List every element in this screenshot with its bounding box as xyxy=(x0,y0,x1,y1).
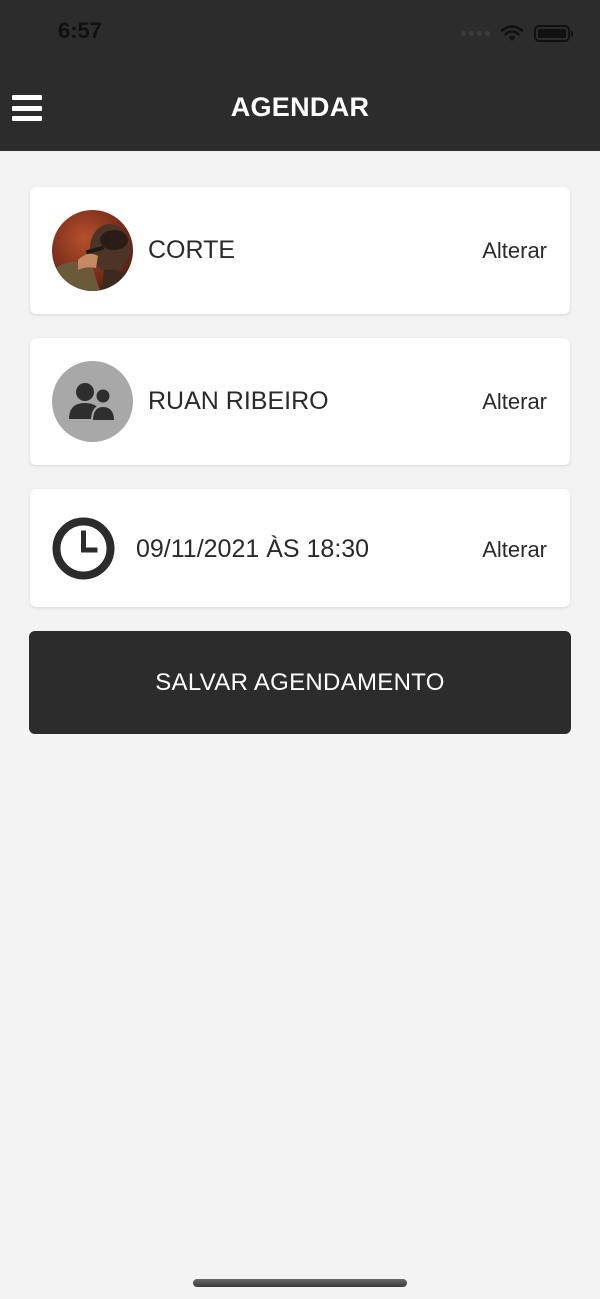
nav-bar: AGENDAR xyxy=(0,70,600,151)
save-booking-button[interactable]: SALVAR AGENDAMENTO xyxy=(29,631,571,734)
users-icon xyxy=(52,361,133,442)
haircut-photo xyxy=(52,210,133,291)
signal-dots-icon xyxy=(461,30,490,36)
datetime-card: 09/11/2021 ÀS 18:30 Alterar xyxy=(30,489,570,607)
clock-icon xyxy=(52,517,115,580)
status-icons xyxy=(461,22,573,44)
change-service-link[interactable]: Alterar xyxy=(482,238,547,264)
status-time: 6:57 xyxy=(58,18,103,43)
home-indicator xyxy=(193,1279,407,1287)
service-card: CORTE Alterar xyxy=(30,187,570,314)
change-datetime-link[interactable]: Alterar xyxy=(482,537,547,563)
appointment-datetime: 09/11/2021 ÀS 18:30 xyxy=(136,535,370,563)
page-title: AGENDAR xyxy=(230,92,370,122)
professional-card: RUAN RIBEIRO Alterar xyxy=(30,338,570,465)
change-professional-link[interactable]: Alterar xyxy=(482,389,547,415)
wifi-icon xyxy=(500,25,524,41)
service-name: CORTE xyxy=(148,236,236,264)
battery-icon xyxy=(534,24,573,42)
professional-name: RUAN RIBEIRO xyxy=(148,387,329,415)
status-bar: 6:57 xyxy=(0,0,600,70)
